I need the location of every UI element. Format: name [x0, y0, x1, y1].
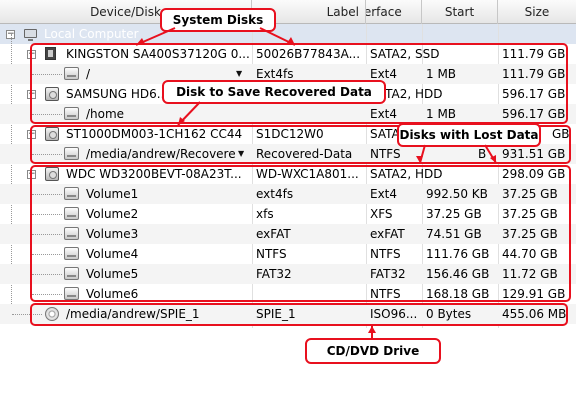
- annotation-arrows: [135, 27, 497, 338]
